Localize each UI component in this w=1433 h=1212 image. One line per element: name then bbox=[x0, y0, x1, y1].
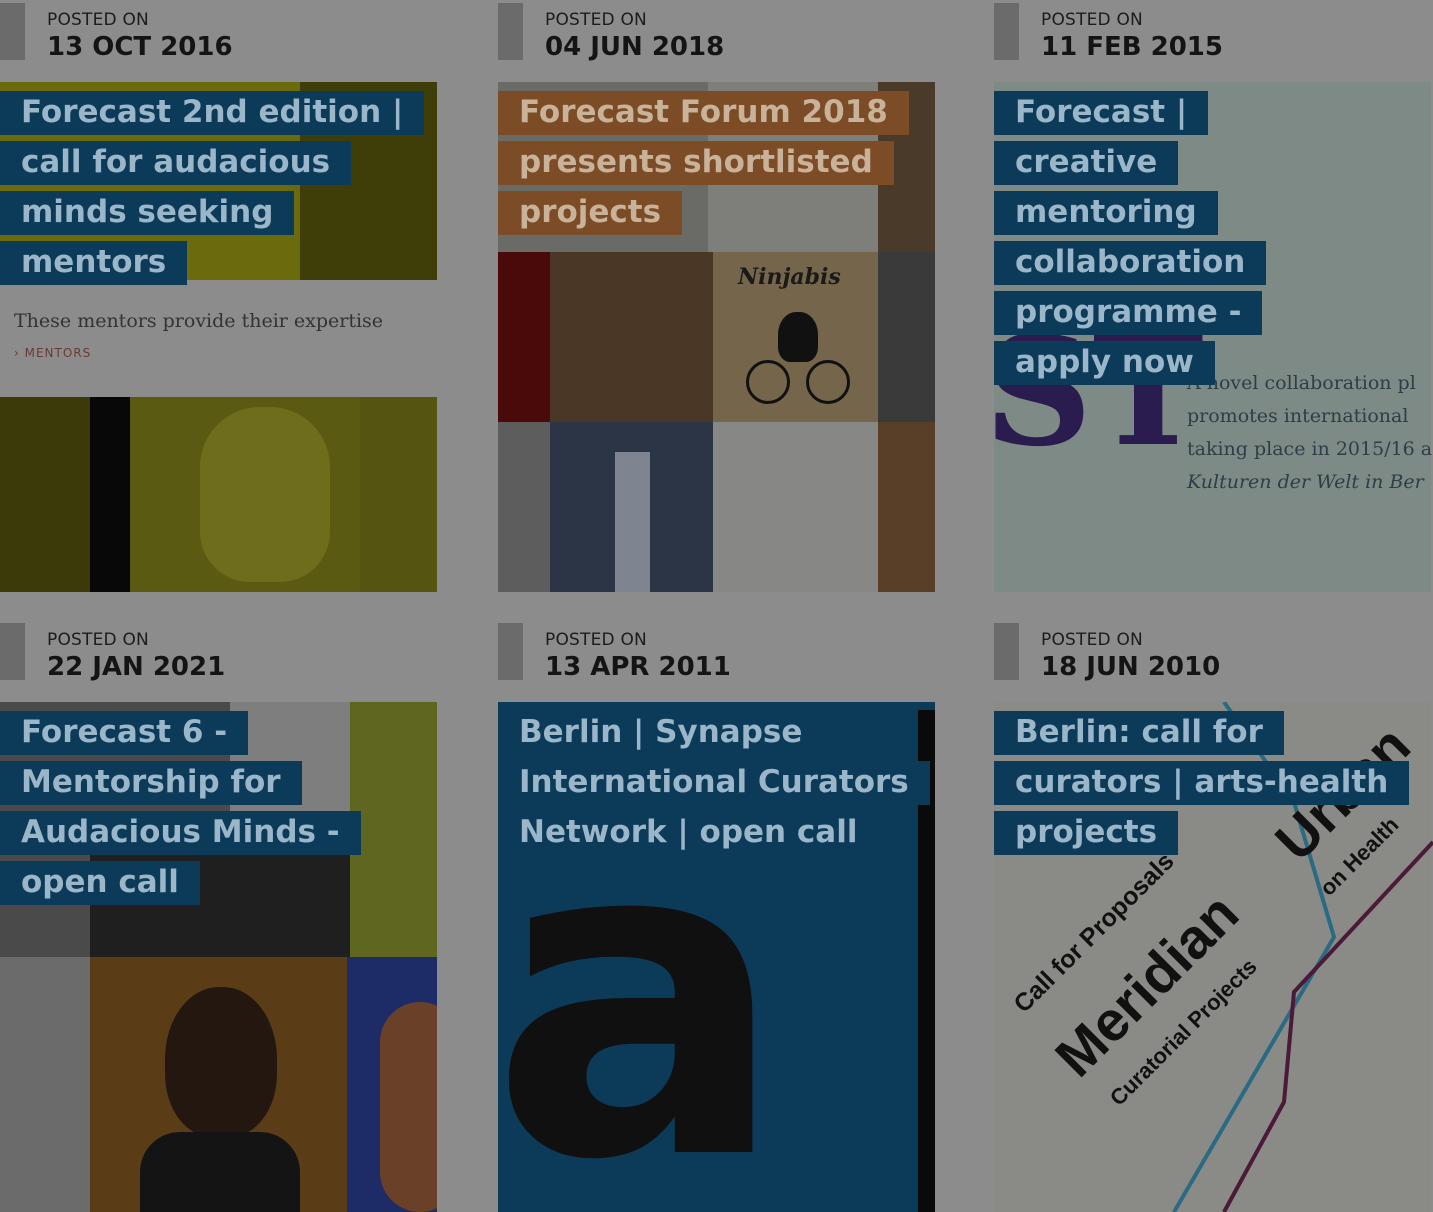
post-meta: POSTED ON 22 JAN 2021 bbox=[0, 620, 437, 702]
posted-on-label: POSTED ON bbox=[1041, 630, 1143, 650]
post-card[interactable]: POSTED ON 22 JAN 2021 Forecast 6 - Mento… bbox=[0, 620, 437, 1212]
post-title[interactable]: Berlin: call for curators | arts-health … bbox=[994, 711, 1410, 855]
meta-accent-bar bbox=[498, 3, 523, 60]
post-meta: POSTED ON 13 APR 2011 bbox=[498, 620, 935, 702]
post-card[interactable]: POSTED ON 11 FEB 2015 ST A novel collabo… bbox=[994, 0, 1433, 592]
post-date: 13 OCT 2016 bbox=[47, 32, 233, 62]
meta-accent-bar bbox=[498, 623, 523, 680]
post-thumbnail[interactable]: These mentors provide their expertise › … bbox=[0, 82, 437, 592]
post-date: 18 JUN 2010 bbox=[1041, 652, 1221, 682]
meta-accent-bar bbox=[994, 623, 1019, 680]
post-thumbnail[interactable]: ST A novel collaboration pl promotes int… bbox=[994, 82, 1433, 592]
post-card[interactable]: POSTED ON 04 JUN 2018 Ninjabis Forecast … bbox=[498, 0, 935, 592]
post-title[interactable]: Berlin | Synapse International Curators … bbox=[498, 711, 930, 855]
posted-on-label: POSTED ON bbox=[1041, 10, 1143, 30]
post-title-link[interactable]: Forecast 2nd edition | call for audaciou… bbox=[0, 87, 425, 287]
post-thumbnail[interactable]: Call for Proposals Call for Proposals Me… bbox=[994, 702, 1433, 1212]
thumb-photo bbox=[550, 252, 713, 422]
post-title-link[interactable]: Berlin: call for curators | arts-health … bbox=[994, 707, 1410, 857]
post-meta: POSTED ON 11 FEB 2015 bbox=[994, 0, 1433, 82]
post-title-link[interactable]: Forecast | creative mentoring collaborat… bbox=[994, 87, 1335, 387]
post-date: 11 FEB 2015 bbox=[1041, 32, 1223, 62]
thumb-diagram bbox=[713, 422, 878, 592]
post-title[interactable]: Forecast 2nd edition | call for audaciou… bbox=[0, 91, 425, 285]
post-thumbnail[interactable]: a Berlin | Synapse International Curator… bbox=[498, 702, 935, 1212]
thumb-caption: These mentors provide their expertise bbox=[14, 310, 384, 332]
post-date: 04 JUN 2018 bbox=[545, 32, 725, 62]
meta-accent-bar bbox=[0, 3, 25, 60]
post-card[interactable]: POSTED ON 13 APR 2011 a Berlin | Synapse… bbox=[498, 620, 935, 1212]
posted-on-label: POSTED ON bbox=[47, 10, 149, 30]
post-thumbnail[interactable]: Ninjabis Forecast Forum 2018 presents sh… bbox=[498, 82, 935, 592]
post-thumbnail[interactable]: Forecast 6 - Mentorship for Audacious Mi… bbox=[0, 702, 437, 1212]
post-meta: POSTED ON 04 JUN 2018 bbox=[498, 0, 935, 82]
post-card[interactable]: POSTED ON 18 JUN 2010 Call for Proposals… bbox=[994, 620, 1433, 1212]
post-title[interactable]: Forecast Forum 2018 presents shortlisted… bbox=[498, 91, 909, 235]
thumb-photo bbox=[550, 422, 713, 592]
posted-on-label: POSTED ON bbox=[545, 630, 647, 650]
post-title-link[interactable]: Forecast 6 - Mentorship for Audacious Mi… bbox=[0, 707, 421, 907]
posted-on-label: POSTED ON bbox=[545, 10, 647, 30]
thumb-link: › MENTORS bbox=[14, 346, 92, 360]
bicycle-icon bbox=[746, 360, 790, 404]
post-date: 22 JAN 2021 bbox=[47, 652, 226, 682]
post-title[interactable]: Forecast 6 - Mentorship for Audacious Mi… bbox=[0, 711, 361, 905]
post-date: 13 APR 2011 bbox=[545, 652, 731, 682]
thumb-photo bbox=[0, 397, 437, 592]
post-meta: POSTED ON 13 OCT 2016 bbox=[0, 0, 437, 82]
post-title-link[interactable]: Berlin | Synapse International Curators … bbox=[498, 707, 930, 857]
meta-accent-bar bbox=[0, 623, 25, 680]
post-title[interactable]: Forecast | creative mentoring collaborat… bbox=[994, 91, 1267, 385]
thumb-text-panel: These mentors provide their expertise › … bbox=[0, 280, 437, 397]
meta-accent-bar bbox=[994, 3, 1019, 60]
thumb-illustration: Ninjabis bbox=[713, 252, 878, 422]
post-title-link[interactable]: Forecast Forum 2018 presents shortlisted… bbox=[498, 87, 909, 237]
post-card[interactable]: POSTED ON 13 OCT 2016 These mentors prov… bbox=[0, 0, 437, 592]
posted-on-label: POSTED ON bbox=[47, 630, 149, 650]
thumb-caption: Ninjabis bbox=[738, 264, 841, 290]
post-meta: POSTED ON 18 JUN 2010 bbox=[994, 620, 1433, 702]
